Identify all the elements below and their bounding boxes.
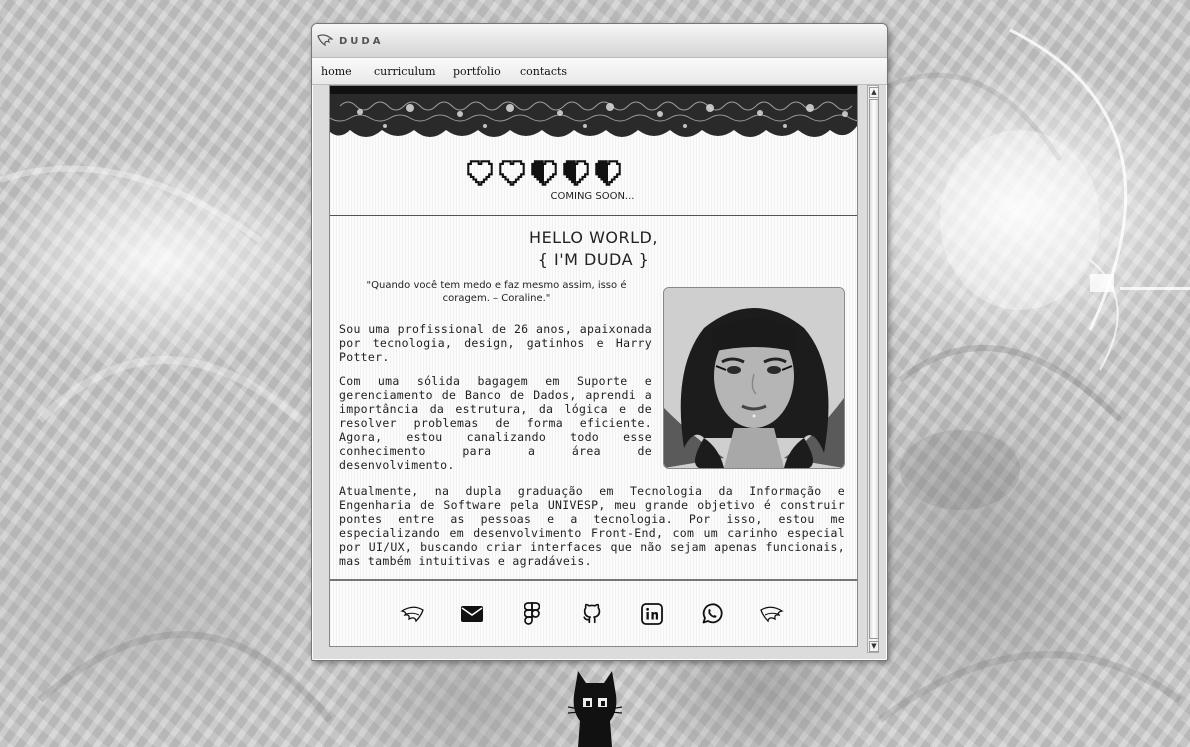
heart-half-icon: [563, 160, 589, 186]
quote: "Quando você tem medo e faz mesmo assim,…: [366, 280, 627, 304]
intro-paragraph-1: Sou uma profissional de 26 anos, apaixon…: [339, 322, 652, 364]
hello-heading: HELLO WORLD,: [529, 228, 658, 247]
figma-icon[interactable]: [519, 601, 545, 627]
menu-home[interactable]: home: [321, 65, 352, 78]
window-title: DUDA: [339, 36, 384, 47]
heart-half-icon: [531, 160, 557, 186]
menu-curriculum[interactable]: curriculum: [374, 65, 436, 78]
coming-soon-label: COMING SOON...: [550, 191, 635, 202]
linkedin-icon[interactable]: [639, 601, 665, 627]
page-content: COMING SOON... HELLO WORLD, { I'M DUDA }…: [330, 86, 857, 646]
vertical-scrollbar[interactable]: ▲ ▼: [867, 85, 879, 653]
scroll-up-arrow[interactable]: ▲: [869, 87, 879, 98]
menu-contacts[interactable]: contacts: [520, 65, 567, 78]
menu-portfolio[interactable]: portfolio: [453, 65, 501, 78]
heart-empty-icon: [467, 160, 493, 186]
github-icon[interactable]: [579, 601, 605, 627]
section-divider: [330, 215, 857, 216]
profile-photo: [663, 287, 845, 469]
wing-left-icon: [399, 601, 425, 627]
intro-paragraph-2: Com uma sólida bagagem em Suporte e gere…: [339, 374, 652, 472]
content-viewport: COMING SOON... HELLO WORLD, { I'M DUDA }…: [329, 85, 858, 647]
title-bar[interactable]: DUDA: [312, 24, 887, 58]
social-links: [330, 581, 857, 646]
scroll-down-arrow[interactable]: ▼: [869, 641, 879, 652]
wing-right-icon: [759, 601, 785, 627]
app-window: DUDA home curriculum portfolio contacts: [311, 23, 888, 661]
intro-paragraph-3: Atualmente, na dupla graduação em Tecnol…: [339, 484, 845, 568]
heart-half-icon: [595, 160, 621, 186]
menu-bar: home curriculum portfolio contacts: [312, 58, 887, 85]
pixel-cat-mascot: [567, 671, 623, 747]
mail-icon[interactable]: [459, 601, 485, 627]
lace-banner: [330, 86, 857, 137]
whatsapp-icon[interactable]: [699, 601, 725, 627]
name-heading: { I'M DUDA }: [537, 250, 650, 269]
heart-empty-icon: [499, 160, 525, 186]
scroll-thumb[interactable]: [869, 99, 879, 639]
page-title: HELLO WORLD, { I'M DUDA }: [330, 227, 857, 271]
hearts-row: [467, 160, 621, 186]
wing-icon: [317, 34, 333, 47]
